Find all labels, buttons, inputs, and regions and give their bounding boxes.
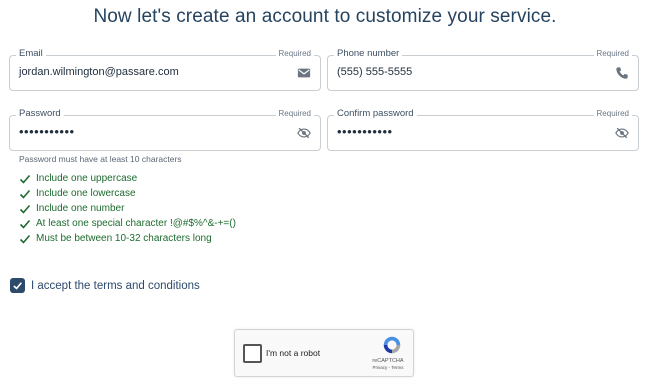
password-label: Password — [16, 108, 64, 119]
email-required-label: Required — [275, 49, 314, 58]
confirm-password-field[interactable]: Confirm password Required ••••••••••• — [327, 108, 639, 151]
envelope-icon — [297, 68, 311, 78]
password-rule: Include one uppercase — [19, 171, 236, 186]
terms-checkbox-row[interactable]: I accept the terms and conditions — [10, 278, 200, 293]
recaptcha-logo-icon — [383, 336, 401, 354]
recaptcha-checkbox[interactable] — [243, 344, 262, 363]
phone-field[interactable]: Phone number Required (555) 555-5555 — [327, 48, 639, 91]
phone-input[interactable]: (555) 555-5555 — [337, 66, 412, 78]
confirm-password-label: Confirm password — [334, 108, 417, 119]
checkmark-icon — [19, 204, 31, 214]
password-rule-text: Include one number — [36, 203, 125, 214]
page-title: Now let's create an account to customize… — [93, 6, 557, 27]
recaptcha-label: I'm not a robot — [266, 348, 321, 358]
password-field[interactable]: Password Required ••••••••••• — [9, 108, 321, 151]
password-rule: Include one lowercase — [19, 186, 236, 201]
phone-label: Phone number — [334, 48, 403, 59]
password-rule-text: At least one special character !@#$%^&-+… — [36, 218, 236, 229]
password-required-label: Required — [275, 109, 314, 118]
password-rule-text: Include one uppercase — [36, 173, 138, 184]
password-hint: Password must have at least 10 character… — [19, 154, 182, 164]
terms-label[interactable]: I accept the terms and conditions — [31, 280, 200, 292]
password-rule-text: Must be between 10-32 characters long — [36, 233, 212, 244]
phone-required-label: Required — [593, 49, 632, 58]
recaptcha-brand: reCAPTCHA — [372, 358, 404, 364]
password-rule-text: Include one lowercase — [36, 188, 136, 199]
checkmark-icon — [19, 189, 31, 199]
password-rule: Include one number — [19, 201, 236, 216]
password-rules-list: Include one uppercase Include one lowerc… — [19, 171, 236, 246]
confirm-password-input[interactable]: ••••••••••• — [337, 124, 393, 139]
checkmark-icon — [19, 174, 31, 184]
password-input[interactable]: ••••••••••• — [19, 124, 75, 139]
terms-checkbox[interactable] — [10, 278, 25, 293]
password-rule: Must be between 10-32 characters long — [19, 231, 236, 246]
password-rule: At least one special character !@#$%^&-+… — [19, 216, 236, 231]
recaptcha-widget: I'm not a robot reCAPTCHA Privacy - Term… — [234, 329, 414, 377]
checkmark-icon — [13, 282, 22, 290]
eye-slash-icon[interactable] — [297, 126, 311, 140]
eye-slash-icon[interactable] — [615, 126, 629, 140]
email-label: Email — [16, 48, 46, 59]
checkmark-icon — [19, 219, 31, 229]
phone-icon — [616, 67, 628, 79]
email-input[interactable]: jordan.wilmington@passare.com — [19, 66, 179, 78]
email-field[interactable]: Email Required jordan.wilmington@passare… — [9, 48, 321, 91]
recaptcha-links[interactable]: Privacy - Terms — [369, 365, 407, 370]
checkmark-icon — [19, 234, 31, 244]
confirm-password-required-label: Required — [593, 109, 632, 118]
